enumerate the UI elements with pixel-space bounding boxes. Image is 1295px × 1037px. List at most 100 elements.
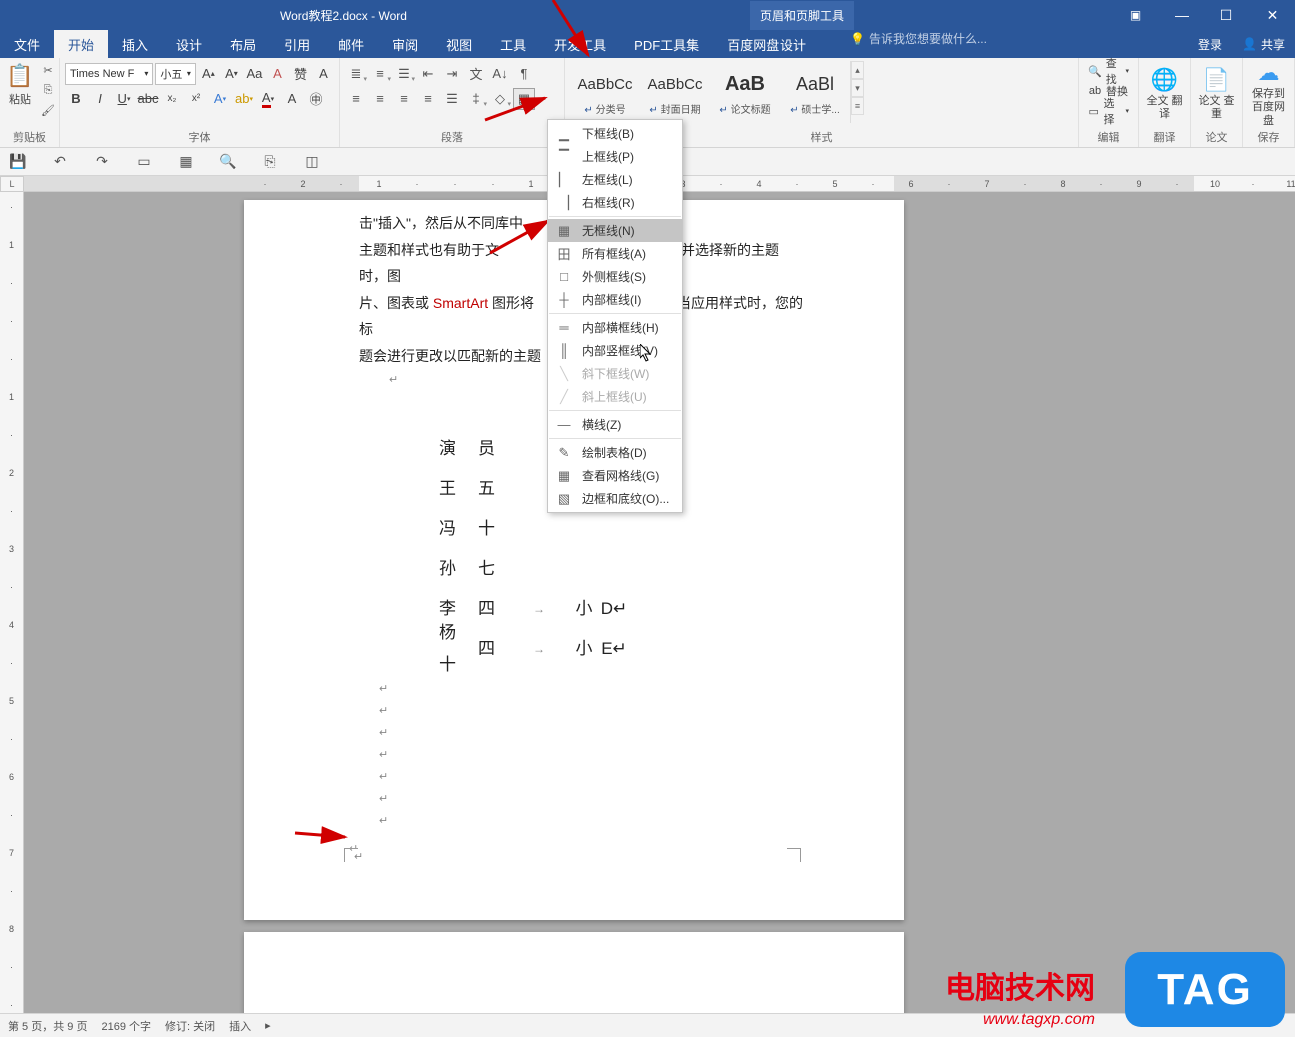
borders-dropdown-menu: ▁下框线(B) ▔上框线(P) ▏左框线(L) ▕右框线(R) ▦无框线(N) …: [547, 119, 683, 513]
styles-more[interactable]: ▴▾≡: [850, 61, 864, 123]
footer-cursor[interactable]: ↵: [354, 850, 363, 863]
shrink-font-icon[interactable]: A▾: [221, 63, 242, 85]
ribbon-display-icon[interactable]: ▣: [1123, 5, 1148, 25]
tab-tools[interactable]: 工具: [486, 30, 540, 58]
strike-button[interactable]: abc: [137, 88, 159, 110]
style-item[interactable]: AaB ↵ 论文标题: [710, 61, 780, 123]
style-item[interactable]: AaBbCc ↵ 分类号: [570, 61, 640, 123]
show-marks-icon[interactable]: ¶: [513, 63, 535, 85]
tab-file[interactable]: 文件: [0, 30, 54, 58]
bullets-icon[interactable]: ≣▾: [345, 63, 367, 85]
save-baidu-button[interactable]: ☁ 保存到 百度网盘: [1248, 61, 1289, 127]
multilevel-icon[interactable]: ☰▾: [393, 63, 415, 85]
qat-btn[interactable]: 🔍: [218, 152, 238, 172]
qat-btn[interactable]: ▭: [134, 152, 154, 172]
grow-font-icon[interactable]: A▴: [198, 63, 219, 85]
plagiarism-check-button[interactable]: 📄 论文 查重: [1196, 61, 1237, 127]
align-right-icon[interactable]: ≡: [393, 88, 415, 110]
change-case-icon[interactable]: Aa: [244, 63, 265, 85]
menu-top-border[interactable]: ▔上框线(P): [548, 145, 682, 168]
paste-button[interactable]: 粘贴: [9, 91, 31, 107]
tab-layout[interactable]: 布局: [216, 30, 270, 58]
close-button[interactable]: ✕: [1250, 0, 1295, 30]
font-label: 字体: [65, 127, 334, 147]
qat-btn[interactable]: ◫: [302, 152, 322, 172]
redo-icon[interactable]: ↷: [92, 152, 112, 172]
font-color-icon[interactable]: A▾: [257, 88, 279, 110]
style-item[interactable]: AaBl ↵ 硕士学...: [780, 61, 850, 123]
numbering-icon[interactable]: ≡▾: [369, 63, 391, 85]
tab-view[interactable]: 视图: [432, 30, 486, 58]
tab-review[interactable]: 审阅: [378, 30, 432, 58]
phonetic-icon[interactable]: 赞: [290, 63, 311, 85]
superscript-button[interactable]: x²: [185, 88, 207, 110]
tab-header-footer-design[interactable]: 设计: [760, 30, 826, 58]
clear-format-icon[interactable]: A: [267, 63, 288, 85]
menu-outside-borders[interactable]: □外侧框线(S): [548, 265, 682, 288]
increase-indent-icon[interactable]: ⇥: [441, 63, 463, 85]
undo-icon[interactable]: ↶: [50, 152, 70, 172]
menu-bottom-border[interactable]: ▁下框线(B): [548, 122, 682, 145]
decrease-indent-icon[interactable]: ⇤: [417, 63, 439, 85]
menu-all-borders[interactable]: 田所有框线(A): [548, 242, 682, 265]
enclose-char-icon[interactable]: ㊥: [305, 88, 327, 110]
text-effects-icon[interactable]: A▾: [209, 88, 231, 110]
vertical-ruler[interactable]: ·1···1·2·3·4·5·6·7·8···1·2: [0, 192, 24, 1013]
align-left-icon[interactable]: ≡: [345, 88, 367, 110]
login-button[interactable]: 登录: [1188, 36, 1232, 53]
cut-icon[interactable]: ✂: [39, 61, 57, 79]
tab-pdf[interactable]: PDF工具集: [620, 30, 713, 58]
insert-mode[interactable]: 插入: [229, 1018, 251, 1034]
page-status[interactable]: 第 5 页，共 9 页: [8, 1018, 87, 1034]
qat-btn[interactable]: ▦: [176, 152, 196, 172]
tell-me-search[interactable]: 💡 告诉我您想要做什么...: [850, 30, 987, 47]
menu-inside-v-border[interactable]: ║内部竖框线(V): [548, 339, 682, 362]
text-direction-icon[interactable]: 文: [465, 63, 487, 85]
menu-borders-shading[interactable]: ▧边框和底纹(O)...: [548, 487, 682, 510]
macro-icon[interactable]: ▸: [265, 1019, 271, 1032]
menu-inside-h-border[interactable]: ═内部横框线(H): [548, 316, 682, 339]
justify-icon[interactable]: ≡: [417, 88, 439, 110]
subscript-button[interactable]: x₂: [161, 88, 183, 110]
menu-left-border[interactable]: ▏左框线(L): [548, 168, 682, 191]
share-button[interactable]: 👤 共享: [1232, 36, 1295, 53]
copy-icon[interactable]: ⎘: [39, 81, 57, 99]
style-item[interactable]: AaBbCc ↵ 封面日期: [640, 61, 710, 123]
word-count[interactable]: 2169 个字: [101, 1018, 151, 1034]
char-shading-icon[interactable]: A: [281, 88, 303, 110]
tab-references[interactable]: 引用: [270, 30, 324, 58]
line-spacing-icon[interactable]: ‡▾: [465, 88, 487, 110]
menu-no-border[interactable]: ▦无框线(N): [548, 219, 682, 242]
font-group: Times New F ▾ 小五▾ A▴ A▾ Aa A 赞 A B I U▾ …: [60, 58, 340, 147]
qat-btn[interactable]: ⎘: [260, 152, 280, 172]
minimize-button[interactable]: —: [1162, 0, 1202, 30]
full-translate-button[interactable]: 🌐 全文 翻译: [1144, 61, 1185, 127]
char-border-icon[interactable]: A: [313, 63, 334, 85]
distribute-icon[interactable]: ☰: [441, 88, 463, 110]
menu-horizontal-line[interactable]: —横线(Z): [548, 413, 682, 436]
menu-right-border[interactable]: ▕右框线(R): [548, 191, 682, 214]
find-button[interactable]: 🔍查找▾: [1084, 61, 1133, 81]
all-borders-icon: 田: [556, 246, 572, 262]
select-button[interactable]: ▭选择▾: [1084, 101, 1133, 121]
menu-inside-borders[interactable]: ┼内部框线(I): [548, 288, 682, 311]
tab-mailings[interactable]: 邮件: [324, 30, 378, 58]
tab-insert[interactable]: 插入: [108, 30, 162, 58]
save-icon[interactable]: 💾: [8, 152, 28, 172]
align-center-icon[interactable]: ≡: [369, 88, 391, 110]
maximize-button[interactable]: ☐: [1206, 0, 1246, 30]
font-size-select[interactable]: 小五▾: [155, 63, 196, 85]
bold-button[interactable]: B: [65, 88, 87, 110]
font-name-select[interactable]: Times New F ▾: [65, 63, 153, 85]
track-changes-status[interactable]: 修订: 关闭: [165, 1018, 215, 1034]
paste-icon[interactable]: 📋: [5, 61, 35, 91]
underline-button[interactable]: U▾: [113, 88, 135, 110]
menu-draw-table[interactable]: ✎绘制表格(D): [548, 441, 682, 464]
italic-button[interactable]: I: [89, 88, 111, 110]
tab-design[interactable]: 设计: [162, 30, 216, 58]
format-painter-icon[interactable]: 🖌: [39, 101, 57, 119]
highlight-icon[interactable]: ab▾: [233, 88, 255, 110]
sort-icon[interactable]: A↓: [489, 63, 511, 85]
tab-home[interactable]: 开始: [54, 30, 108, 58]
menu-view-gridlines[interactable]: ▦查看网格线(G): [548, 464, 682, 487]
